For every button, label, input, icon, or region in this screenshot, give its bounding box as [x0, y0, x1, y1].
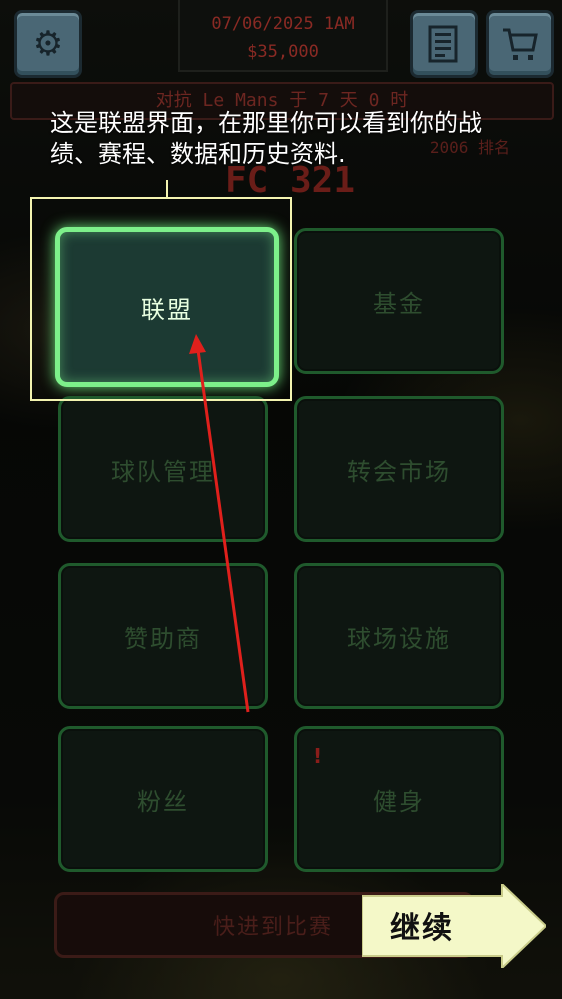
tutorial-arrow — [189, 334, 250, 713]
